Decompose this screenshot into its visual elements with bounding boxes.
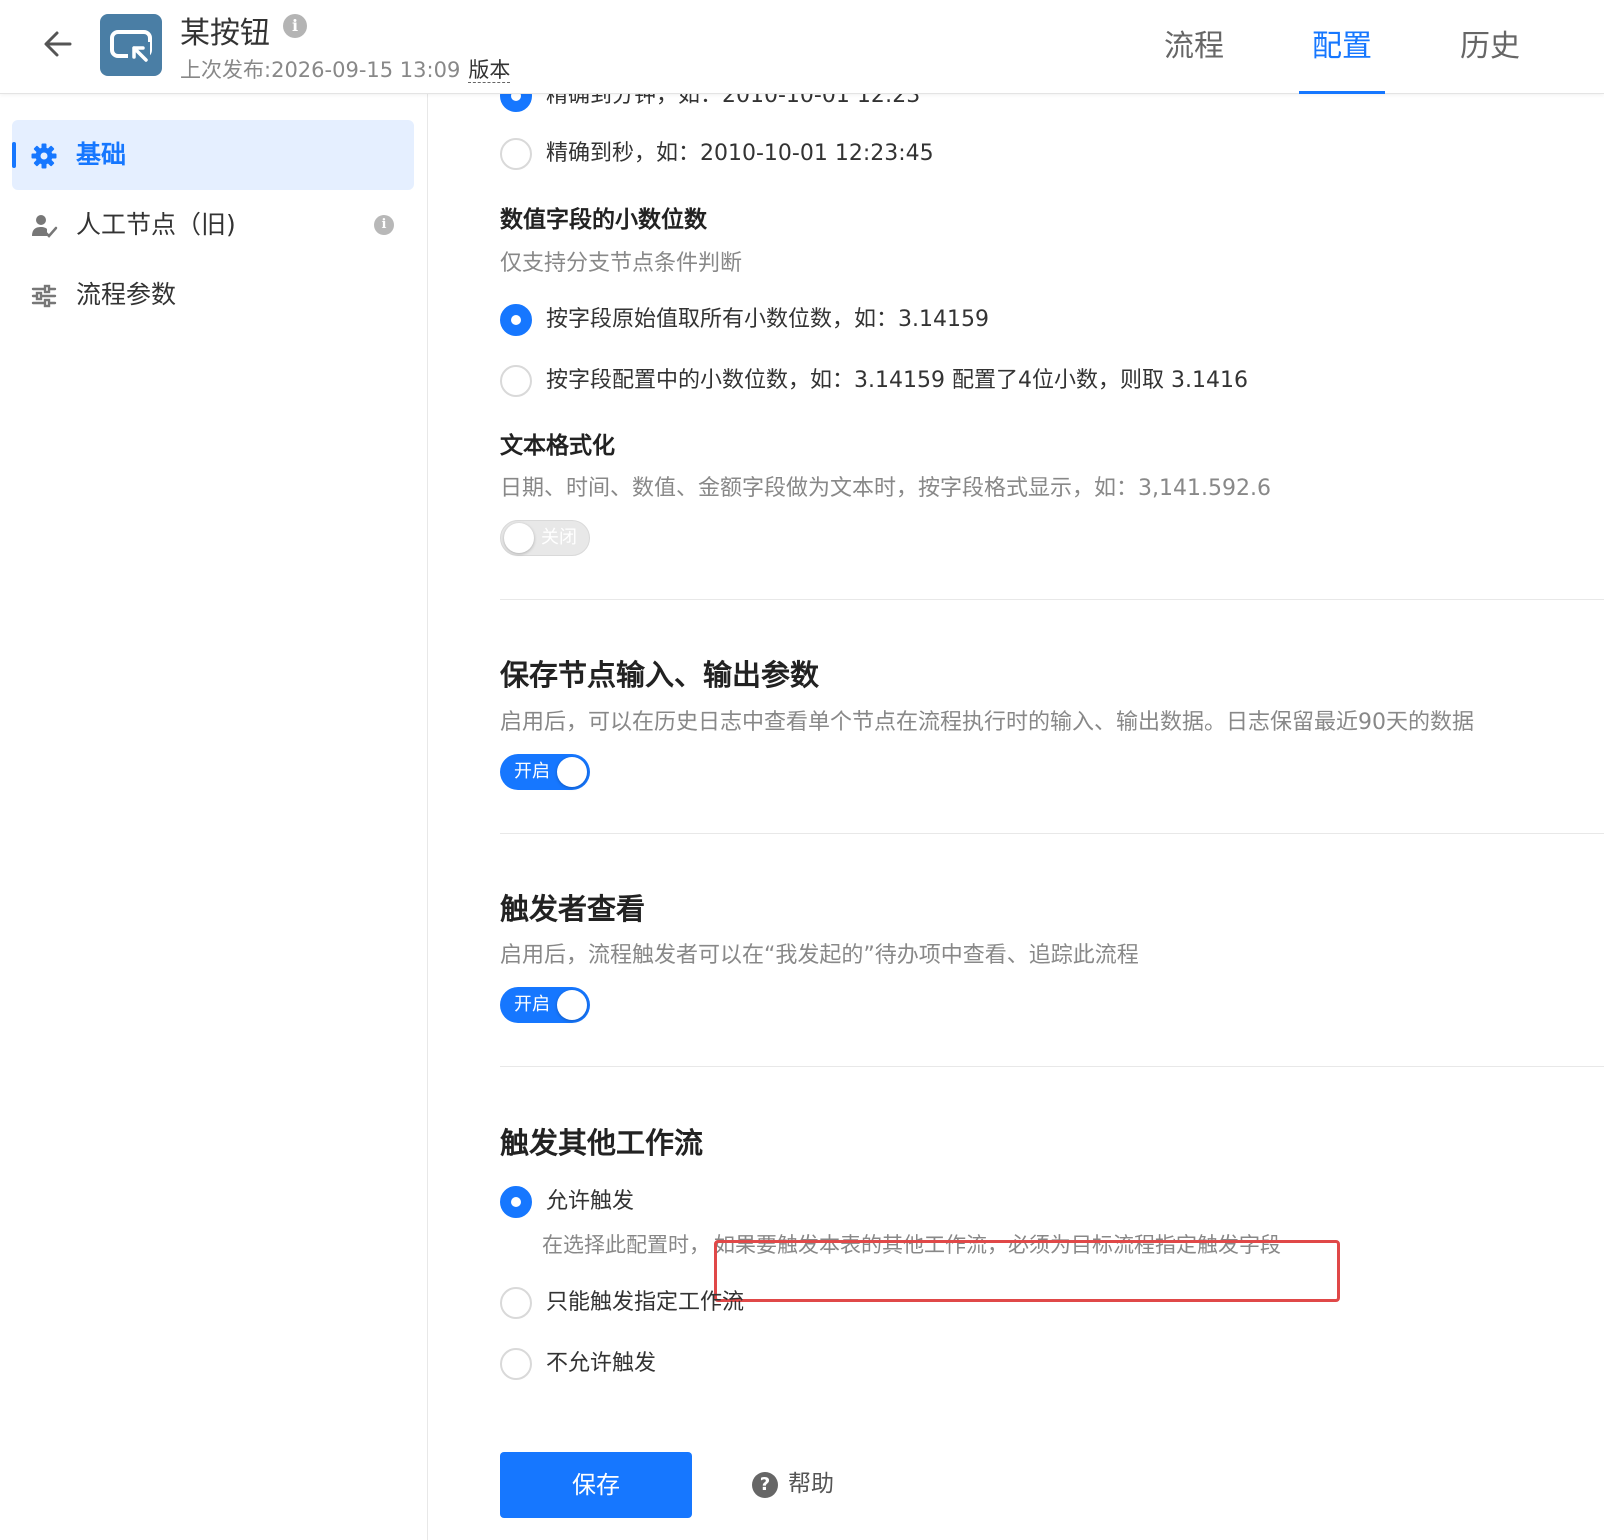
- toggle-knob: [557, 757, 587, 787]
- info-icon[interactable]: i: [283, 14, 307, 38]
- decimal-places-description: 仅支持分支节点条件判断: [500, 251, 743, 276]
- save-button[interactable]: 保存: [500, 1452, 692, 1518]
- toggle-label: 开启: [514, 761, 550, 782]
- save-io-description: 启用后，可以在历史日志中查看单个节点在流程执行时的输入、输出数据。日志保留最近9…: [500, 710, 1474, 735]
- radio-label: 按字段配置中的小数位数，如：3.14159 配置了4位小数，则取 3.1416: [546, 368, 1248, 393]
- radio-button[interactable]: [500, 365, 532, 397]
- version-link[interactable]: 版本: [468, 58, 511, 83]
- sidebar-item-basic[interactable]: 基础: [12, 120, 414, 190]
- trigger-other-title: 触发其他工作流: [500, 1126, 704, 1160]
- radio-label: 精确到秒，如：2010-10-01 12:23:45: [546, 141, 934, 166]
- toggle-knob: [557, 990, 587, 1020]
- tab-flow[interactable]: 流程: [1120, 0, 1268, 94]
- decimal-places-title: 数值字段的小数位数: [500, 207, 707, 233]
- radio-button[interactable]: [500, 138, 532, 170]
- publish-prefix: 上次发布:: [180, 58, 272, 82]
- trigger-hint-prefix: 在选择此配置时，: [542, 1233, 710, 1257]
- app-icon: [100, 14, 162, 76]
- help-label: 帮助: [788, 1471, 834, 1497]
- trigger-view-title: 触发者查看: [500, 892, 646, 926]
- sidebar-item-flow-params[interactable]: 流程参数: [12, 260, 414, 330]
- tab-config[interactable]: 配置: [1268, 0, 1416, 94]
- radio-button[interactable]: [500, 1348, 532, 1380]
- sidebar-item-label: 基础: [76, 140, 127, 169]
- radio-label: 精确到分钟，如：2010-10-01 12:23: [546, 94, 921, 108]
- app-header: 某按钮 i 上次发布:2026-09-15 13:09 版本 流程 配置 历史: [0, 0, 1604, 94]
- highlight-annotation-box: [714, 1240, 1340, 1302]
- save-io-toggle[interactable]: 开启: [500, 754, 590, 790]
- config-main: 精确到分钟，如：2010-10-01 12:23 精确到秒，如：2010-10-…: [428, 94, 1604, 1540]
- radio-button[interactable]: [500, 304, 532, 336]
- radio-label: 不允许触发: [546, 1351, 657, 1376]
- sidebar-item-label: 流程参数: [76, 280, 177, 309]
- person-check-icon: [30, 212, 58, 240]
- info-icon[interactable]: i: [374, 215, 394, 235]
- top-tabs: 流程 配置 历史: [1120, 0, 1564, 94]
- publish-time: 2026-09-15 13:09: [271, 58, 461, 82]
- trigger-view-description: 启用后，流程触发者可以在“我发起的”待办项中查看、追踪此流程: [500, 943, 1139, 968]
- radio-label: 按字段原始值取所有小数位数，如：3.14159: [546, 307, 989, 332]
- app-title: 某按钮: [180, 16, 270, 51]
- divider: [500, 833, 1604, 834]
- radio-label: 允许触发: [546, 1189, 635, 1214]
- text-format-toggle[interactable]: 关闭: [500, 520, 590, 556]
- radio-button[interactable]: [500, 1287, 532, 1319]
- sidebar-item-label: 人工节点（旧): [76, 210, 236, 239]
- divider: [500, 1066, 1604, 1067]
- question-circle-icon: ?: [752, 1472, 778, 1498]
- sidebar-item-manual-node[interactable]: 人工节点（旧) i: [12, 190, 414, 260]
- text-format-description: 日期、时间、数值、金额字段做为文本时，按字段格式显示，如：3,141.592.6: [500, 476, 1271, 501]
- save-io-title: 保存节点输入、输出参数: [500, 658, 820, 692]
- sidebar: 基础 人工节点（旧) i 流程参数: [0, 94, 428, 1540]
- radio-button[interactable]: [500, 94, 532, 112]
- back-arrow-icon[interactable]: [40, 26, 76, 62]
- tab-history[interactable]: 历史: [1416, 0, 1564, 94]
- radio-label: 只能触发指定工作流: [546, 1290, 745, 1315]
- radio-button[interactable]: [500, 1186, 532, 1218]
- sliders-icon: [30, 282, 58, 310]
- trigger-view-toggle[interactable]: 开启: [500, 987, 590, 1023]
- toggle-knob: [504, 523, 534, 553]
- gear-icon: [30, 142, 58, 170]
- publish-info: 上次发布:2026-09-15 13:09 版本: [180, 54, 511, 84]
- toggle-label: 关闭: [541, 527, 577, 548]
- toggle-label: 开启: [514, 994, 550, 1015]
- text-format-title: 文本格式化: [500, 433, 615, 459]
- divider: [500, 599, 1604, 600]
